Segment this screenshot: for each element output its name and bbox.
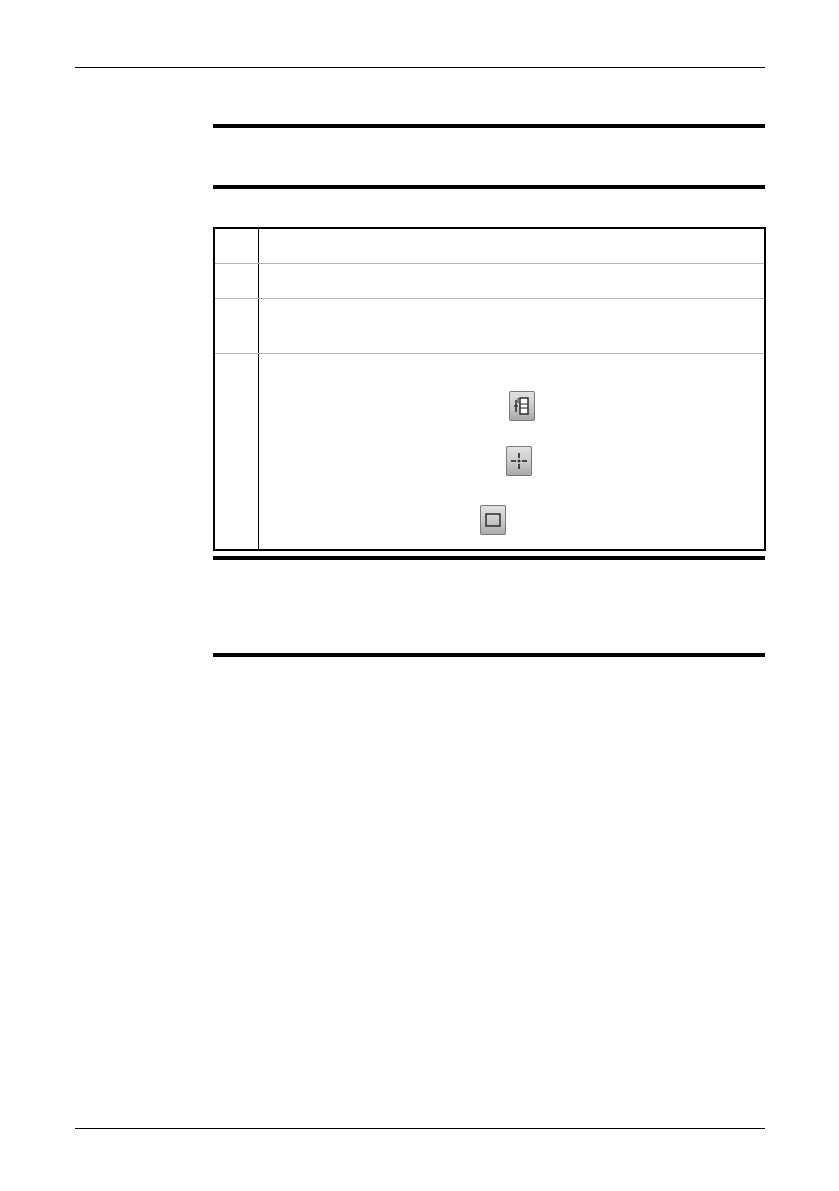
footer-rule (75, 1128, 765, 1129)
section-bottom-rule (213, 185, 765, 189)
area-tool-button (480, 505, 506, 535)
spot-measurement-icon (511, 453, 527, 469)
step-number-column-divider (258, 229, 259, 549)
row-divider (215, 263, 764, 264)
area-measurement-icon (485, 513, 501, 527)
row-divider (215, 353, 764, 354)
note-bottom-rule (213, 653, 765, 657)
procedure-table (213, 227, 766, 551)
note-top-rule (213, 556, 765, 560)
section-top-rule (213, 124, 765, 128)
header-rule (75, 67, 765, 68)
row-divider (215, 298, 764, 299)
spot-tool-button (506, 446, 532, 476)
line-measurement-icon (514, 397, 529, 415)
line-tool-button (509, 391, 535, 421)
